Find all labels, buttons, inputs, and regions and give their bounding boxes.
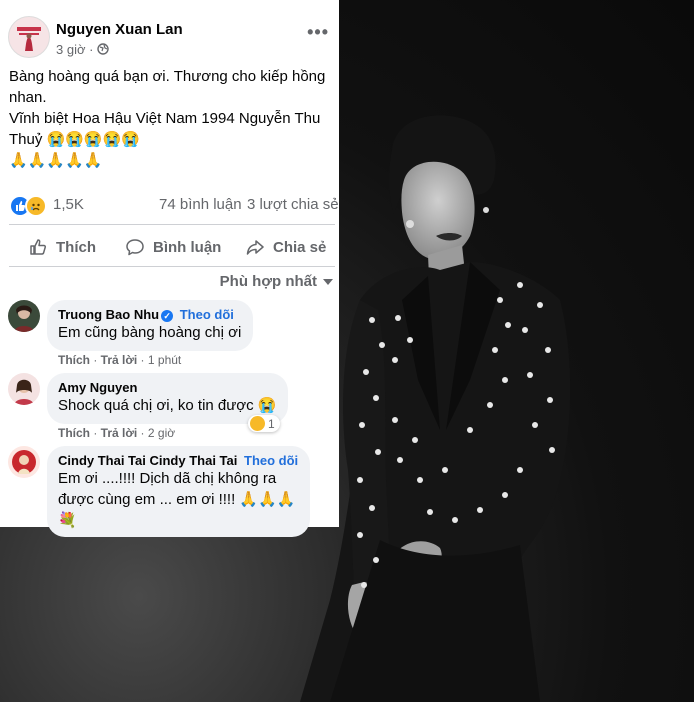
comment-like-link[interactable]: Thích: [58, 353, 90, 367]
post-meta: 3 giờ ·: [56, 42, 109, 57]
comment-meta: Thích · Trả lời · 1 phút: [58, 353, 182, 367]
post-text-line: Bàng hoàng quá bạn ơi. Thương cho kiếp h…: [9, 68, 326, 85]
commenter-name[interactable]: Amy Nguyen: [58, 380, 137, 395]
reaction-count[interactable]: 1,5K: [53, 196, 84, 213]
commenter-avatar[interactable]: [8, 446, 40, 478]
comment-text-line: 💐: [58, 512, 77, 529]
post-text: Bàng hoàng quá bạn ơi. Thương cho kiếp h…: [9, 66, 334, 171]
more-options-button[interactable]: •••: [307, 22, 329, 43]
post-text-line: Vĩnh biệt Hoa Hậu Việt Nam 1994 Nguyễn T…: [9, 110, 321, 127]
post-text-line: 🙏🙏🙏🙏🙏: [9, 152, 103, 169]
comment-bubble: Truong Bao Nhu ✓ Theo dõi Em cũng bàng ho…: [47, 300, 254, 351]
comment-reaction-count: 1: [268, 416, 275, 431]
comment-bubble: Cindy Thai Tai Cindy Thai Tai Theo dõi E…: [47, 446, 311, 537]
shares-count[interactable]: 3 lượt chia sẻ: [247, 196, 339, 213]
post-text-line: nhan.: [9, 89, 47, 106]
follow-link[interactable]: Theo dõi: [244, 453, 298, 468]
author-avatar[interactable]: [8, 16, 50, 58]
like-button[interactable]: Thích: [28, 230, 96, 264]
sort-dropdown[interactable]: Phù hợp nhất: [220, 273, 333, 290]
post-time[interactable]: 3 giờ ·: [56, 42, 93, 57]
like-label: Thích: [56, 238, 96, 256]
post-actions: Thích Bình luận Chia sẻ: [9, 230, 335, 264]
comment-reply-link[interactable]: Trả lời: [101, 353, 138, 367]
commenter-name[interactable]: Truong Bao Nhu: [58, 307, 159, 322]
globe-icon: [97, 42, 109, 57]
share-label: Chia sẻ: [273, 238, 327, 256]
post-header: Nguyen Xuan Lan 3 giờ · •••: [8, 16, 333, 64]
comment-label: Bình luận: [153, 238, 222, 256]
commenter-name[interactable]: Cindy Thai Tai Cindy Thai Tai: [58, 453, 237, 468]
comment-reaction-pill[interactable]: 1: [248, 415, 280, 432]
thumbs-up-icon: [30, 239, 47, 255]
post-text-line: Thuỷ 😭😭😭😭😭: [9, 131, 140, 148]
comment-meta: Thích · Trả lời · 2 giờ: [58, 426, 176, 440]
comments-count[interactable]: 74 bình luận: [159, 196, 242, 213]
comment-text-line: Em ơi ....!!!! Dịch dã chị không ra: [58, 470, 277, 487]
comment-text: Shock quá chị ơi, ko tin được 😭: [58, 397, 277, 414]
divider: [9, 266, 335, 267]
comment-item: Amy Nguyen Shock quá chị ơi, ko tin được…: [8, 373, 338, 443]
share-icon: [246, 240, 264, 255]
commenter-avatar[interactable]: [8, 300, 40, 332]
post-stats: 1,5K 74 bình luận 3 lượt chia sẻ: [9, 192, 339, 217]
author-name[interactable]: Nguyen Xuan Lan: [56, 21, 183, 38]
comment-text: Em cũng bàng hoàng chị ơi: [58, 324, 242, 341]
commenter-avatar[interactable]: [8, 373, 40, 405]
comment-reply-link[interactable]: Trả lời: [101, 426, 138, 440]
comment-time[interactable]: 2 giờ: [148, 426, 175, 440]
comment-text-line: được cùng em ... em ơi !!!! 🙏🙏🙏: [58, 491, 296, 508]
divider: [9, 224, 335, 225]
sort-label: Phù hợp nhất: [219, 273, 317, 290]
comment-time[interactable]: 1 phút: [148, 353, 181, 367]
sad-icon[interactable]: [25, 195, 47, 217]
caret-down-icon: [323, 279, 333, 286]
facebook-post-card: Nguyen Xuan Lan 3 giờ · ••• Bàng hoàng q…: [0, 0, 339, 537]
comment-item: Cindy Thai Tai Cindy Thai Tai Theo dõi E…: [8, 446, 338, 537]
comment-item: Truong Bao Nhu ✓ Theo dõi Em cũng bàng ho…: [8, 300, 338, 370]
comment-button[interactable]: Bình luận: [125, 230, 221, 264]
sad-icon: [250, 416, 265, 431]
share-button[interactable]: Chia sẻ: [245, 230, 326, 264]
comment-icon: [126, 239, 144, 256]
verified-badge-icon: ✓: [161, 309, 174, 322]
follow-link[interactable]: Theo dõi: [180, 307, 234, 322]
comment-like-link[interactable]: Thích: [58, 426, 90, 440]
